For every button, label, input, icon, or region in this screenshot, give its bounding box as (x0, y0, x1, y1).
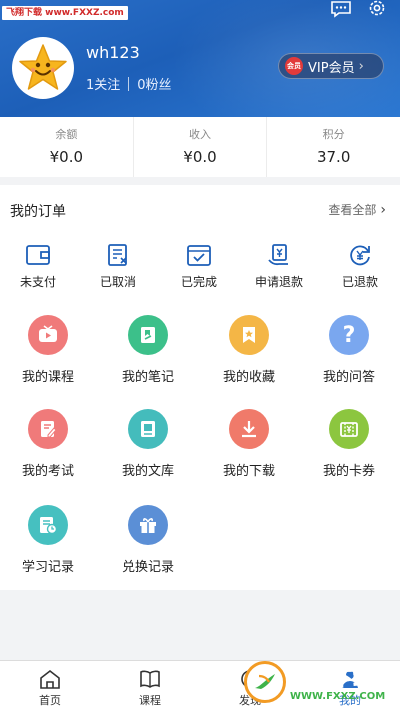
grid-item-my-favorites[interactable]: 我的收藏 (209, 315, 289, 385)
profile-header: 飞翔下载 www.FXXZ.com wh123 1关注 0粉丝 会员 VIP会员… (0, 0, 400, 117)
yen-refresh-icon (350, 245, 370, 266)
stat-label: 积分 (322, 128, 345, 141)
view-all-label: 查看全部 (328, 203, 377, 217)
chevron-right-icon: › (380, 201, 386, 218)
settings-gear-icon[interactable] (366, 0, 388, 22)
message-icon[interactable] (330, 0, 352, 22)
grid-label: 我的文库 (121, 464, 174, 479)
stat-points[interactable]: 积分 37.0 (267, 117, 400, 177)
grid-label: 我的卡券 (322, 464, 375, 479)
grid-label: 我的收藏 (222, 370, 275, 385)
grid-item-redeem-records[interactable]: 兑换记录 (108, 505, 188, 575)
watermark-url: WWW.FXXZ.COM (290, 691, 386, 702)
chevron-right-icon: › (358, 58, 364, 74)
stat-value: ¥0.0 (183, 148, 217, 166)
order-label: 申请退款 (254, 275, 303, 289)
nav-label: 课程 (139, 694, 161, 707)
divider (128, 76, 130, 91)
study-record-icon (28, 505, 68, 545)
stat-value: 37.0 (316, 148, 351, 166)
grid-item-my-courses[interactable]: 我的课程 (8, 315, 88, 385)
grid-label: 学习记录 (21, 560, 74, 575)
username: wh123 (86, 43, 140, 62)
nav-label: 首页 (39, 694, 61, 707)
vip-label: VIP会员 (308, 60, 355, 76)
order-refund-request[interactable]: 申请退款 (244, 243, 314, 290)
coupon-icon (329, 409, 369, 449)
watermark-logo-icon (244, 661, 286, 703)
wallet-icon (26, 245, 50, 265)
watermark-top: 飞翔下载 www.FXXZ.com (2, 6, 128, 20)
avatar[interactable] (12, 37, 74, 99)
grid-label: 我的笔记 (121, 370, 174, 385)
grid-item-study-records[interactable]: 学习记录 (8, 505, 88, 575)
order-label: 未支付 (19, 275, 56, 289)
library-icon (128, 409, 168, 449)
stat-label: 收入 (189, 128, 211, 141)
grid-item-my-exams[interactable]: 我的考试 (8, 409, 88, 479)
course-play-icon (28, 315, 68, 355)
note-icon (128, 315, 168, 355)
stat-label: 余额 (55, 128, 78, 141)
vip-button[interactable]: 会员 VIP会员 › (278, 53, 384, 79)
stat-value: ¥0.0 (49, 148, 84, 166)
cancelled-doc-icon (108, 244, 127, 266)
account-stats: 余额 ¥0.0 收入 ¥0.0 积分 37.0 (0, 117, 400, 177)
followers-count[interactable]: 0粉丝 (137, 74, 171, 93)
nav-home[interactable]: 首页 (0, 661, 100, 711)
order-label: 已退款 (341, 275, 378, 289)
bookmark-icon (229, 315, 269, 355)
order-unpaid[interactable]: 未支付 (3, 243, 73, 290)
download-icon (229, 409, 269, 449)
book-icon (140, 670, 160, 688)
watermark-bottom: 飞翔下载 WWW.FXXZ.COM (244, 656, 394, 708)
home-icon (40, 669, 60, 689)
grid-label: 我的课程 (21, 370, 74, 385)
orders-section: 我的订单 查看全部 › 未支付 已取消 已完成 申请退款 已退款 (0, 185, 400, 303)
grid-label: 兑换记录 (121, 560, 174, 575)
grid-label: 我的下载 (222, 464, 275, 479)
refund-request-icon (268, 244, 288, 266)
order-completed[interactable]: 已完成 (164, 243, 234, 290)
stat-income[interactable]: 收入 ¥0.0 (134, 117, 268, 177)
grid-label: 我的考试 (21, 464, 74, 479)
grid-item-my-coupons[interactable]: 我的卡券 (309, 409, 389, 479)
orders-title: 我的订单 (10, 204, 66, 220)
grid-item-my-downloads[interactable]: 我的下载 (209, 409, 289, 479)
grid-item-my-library[interactable]: 我的文库 (108, 409, 188, 479)
order-label: 已完成 (180, 275, 217, 289)
vip-badge-icon: 会员 (285, 57, 303, 75)
nav-courses[interactable]: 课程 (100, 661, 200, 711)
question-icon: ? (329, 315, 369, 355)
grid-item-my-qa[interactable]: ? 我的问答 (309, 315, 389, 385)
feature-grid: 我的课程 我的笔记 我的收藏 ? 我的问答 我的考试 我的文库 我的下载 我的卡… (0, 303, 400, 590)
order-label: 已取消 (99, 275, 136, 289)
calendar-check-icon (187, 245, 211, 266)
following-count[interactable]: 1关注 (86, 74, 120, 93)
view-all-orders-link[interactable]: 查看全部 › (328, 201, 386, 218)
gift-icon (128, 505, 168, 545)
grid-item-my-notes[interactable]: 我的笔记 (108, 315, 188, 385)
stat-balance[interactable]: 余额 ¥0.0 (0, 117, 134, 177)
order-refunded[interactable]: 已退款 (325, 243, 395, 290)
star-avatar-icon (19, 44, 67, 90)
order-cancelled[interactable]: 已取消 (83, 243, 153, 290)
exam-icon (28, 409, 68, 449)
watermark-title: 飞翔下载 (289, 666, 374, 691)
grid-label: 我的问答 (322, 370, 375, 385)
